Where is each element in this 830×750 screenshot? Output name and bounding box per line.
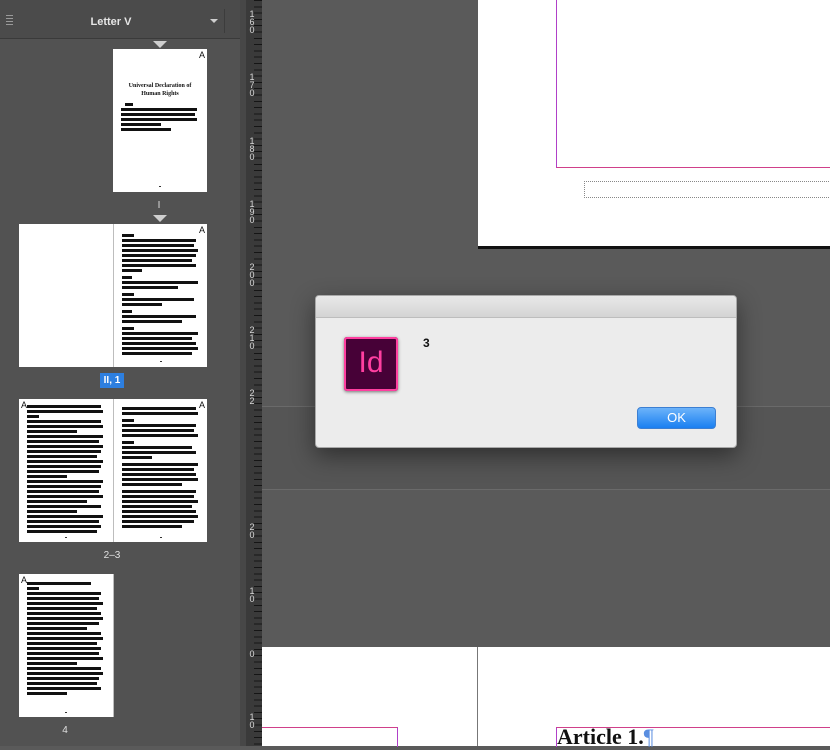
panel-header: Letter V — [0, 0, 240, 39]
section-start-icon — [153, 41, 167, 48]
page-label-2-3: 2–3 — [103, 550, 121, 561]
spread-spine — [113, 574, 114, 717]
master-prefix: A — [198, 225, 205, 235]
page-label-i: I — [157, 200, 161, 211]
ruler-number: 1 0 — [249, 712, 255, 730]
alert-dialog: Id 3 OK — [315, 295, 737, 448]
ruler-number: 2 0 0 — [249, 262, 255, 288]
vertical-ruler[interactable] — [246, 0, 262, 746]
page-thumbnail-3[interactable]: A — [114, 399, 207, 542]
header-divider — [224, 9, 225, 33]
cover-title: Universal Declaration of Human Rights — [128, 83, 192, 97]
pilcrow-icon: ¶ — [643, 724, 654, 749]
master-selector[interactable]: Letter V — [40, 16, 182, 28]
chevron-down-icon[interactable] — [210, 19, 218, 23]
page-thumbnail-2[interactable]: A — [19, 399, 113, 542]
page-thumbnail-ii[interactable] — [19, 224, 113, 367]
pages-panel: Letter V A Universal Declaration of Huma… — [0, 0, 240, 746]
margin-guide — [262, 727, 398, 747]
ruler-number: 2 1 0 — [249, 325, 255, 351]
dialog-titlebar[interactable] — [316, 296, 736, 318]
section-start-icon — [153, 215, 167, 222]
master-prefix: A — [198, 50, 205, 60]
article-heading-text: Article 1. — [557, 724, 644, 749]
ruler-number: 1 8 0 — [249, 136, 255, 162]
margin-guide — [556, 0, 830, 168]
ruler-number: 0 — [249, 649, 255, 659]
ruler-number: 1 6 0 — [249, 9, 255, 35]
article-heading[interactable]: Article 1.¶ — [557, 724, 654, 750]
ruler-number: 2 2 — [249, 388, 255, 406]
panel-grip-icon[interactable] — [6, 15, 13, 26]
dialog-message: 3 — [423, 336, 430, 350]
page-label-selected[interactable]: II, 1 — [100, 373, 124, 388]
ruler-number: 1 0 — [249, 586, 255, 604]
text-frame-outline[interactable] — [584, 181, 830, 198]
indesign-icon-label: Id — [358, 346, 384, 379]
page-label-4: 4 — [62, 725, 68, 736]
master-prefix: A — [198, 400, 205, 410]
ruler-number: 1 9 0 — [249, 199, 255, 225]
page-thumbnail-4[interactable]: A — [19, 574, 113, 717]
ruler-number: 1 7 0 — [249, 72, 255, 98]
indesign-app-icon: Id — [344, 337, 398, 391]
ruler-number: 2 0 — [249, 522, 255, 540]
page-thumbnail-1[interactable]: A — [114, 224, 207, 367]
page-thumbnail-cover[interactable]: A Universal Declaration of Human Rights — [113, 49, 207, 192]
ok-button[interactable]: OK — [637, 407, 716, 429]
spread-spine — [477, 647, 478, 746]
